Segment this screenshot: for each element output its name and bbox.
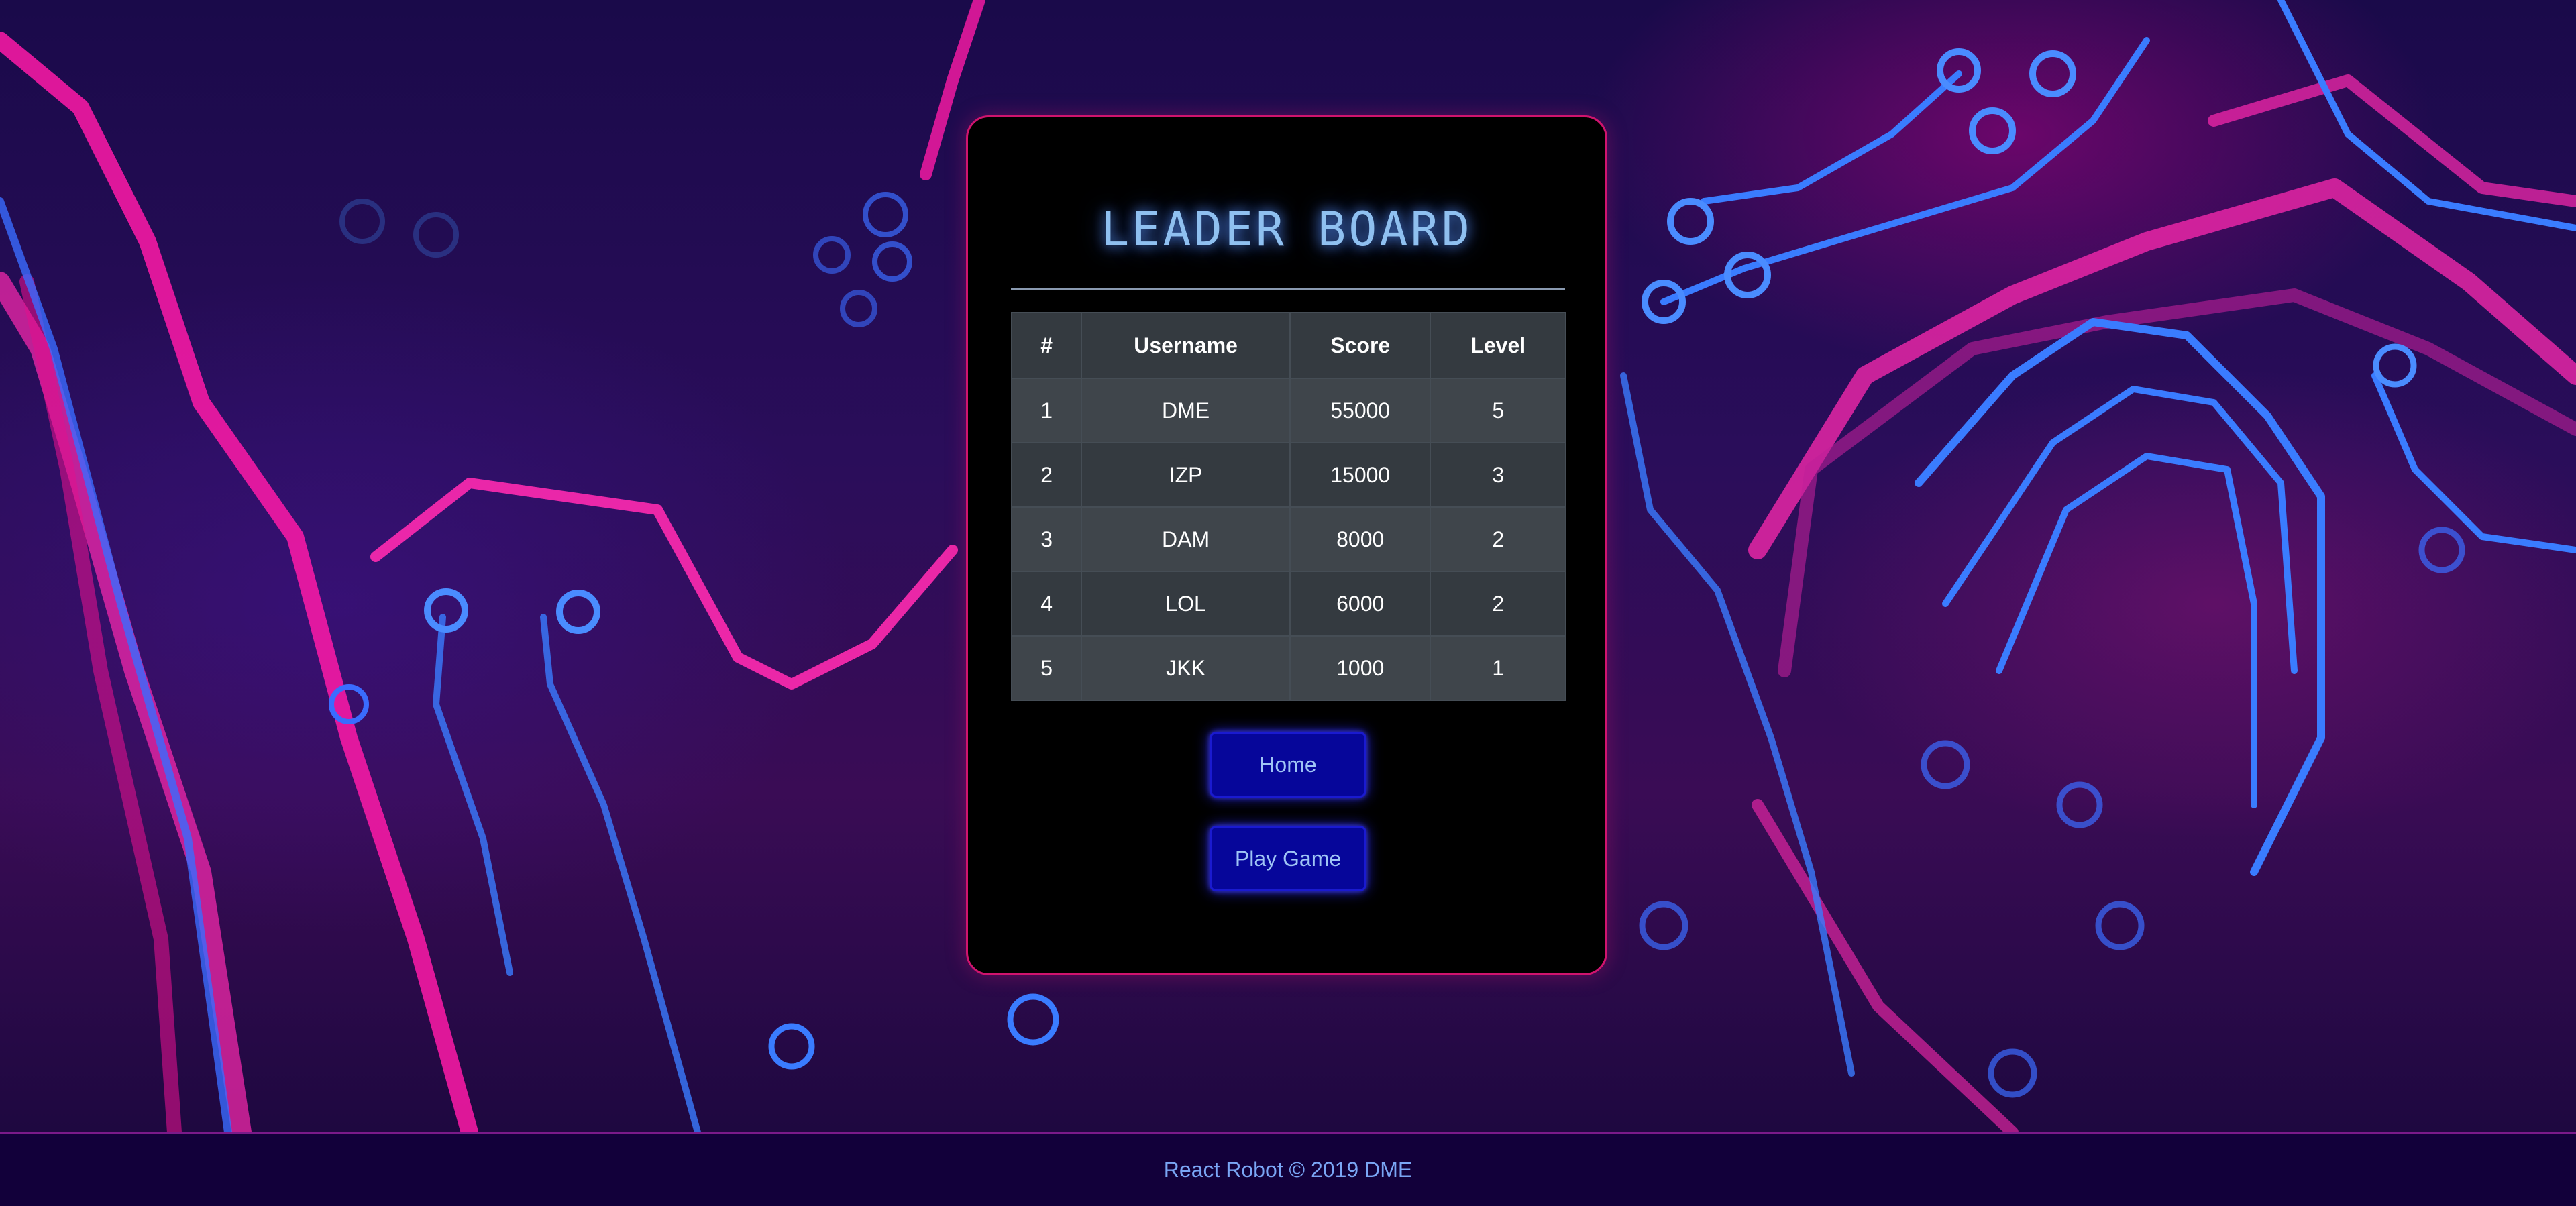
rank-cell: 1	[1010, 378, 1083, 443]
column-header-rank: #	[1010, 312, 1083, 379]
username-cell: DME	[1081, 378, 1291, 443]
column-header-username: Username	[1081, 312, 1291, 379]
score-cell: 1000	[1289, 635, 1432, 701]
footer: React Robot © 2019 DME	[0, 1132, 2576, 1206]
column-header-level: Level	[1430, 312, 1566, 379]
footer-copyright: React Robot © 2019 DME	[1163, 1158, 1413, 1182]
home-button[interactable]: Home	[1210, 732, 1366, 798]
leaderboard-card: LEADER BOARD # Username Score Level 1 DM…	[966, 115, 1607, 975]
rank-cell: 2	[1010, 442, 1083, 508]
table-row: 2 IZP 15000 3	[1010, 442, 1566, 508]
level-cell: 5	[1430, 378, 1566, 443]
table-row: 1 DME 55000 5	[1010, 378, 1566, 443]
score-cell: 8000	[1289, 506, 1432, 572]
table-header-row: # Username Score Level	[1010, 312, 1566, 379]
table-row: 4 LOL 6000 2	[1010, 571, 1566, 637]
username-cell: DAM	[1081, 506, 1291, 572]
leaderboard-page: LEADER BOARD # Username Score Level 1 DM…	[0, 0, 2576, 1206]
table-row: 3 DAM 8000 2	[1010, 506, 1566, 572]
level-cell: 3	[1430, 442, 1566, 508]
leaderboard-title: LEADER BOARD	[1101, 202, 1472, 257]
username-cell: IZP	[1081, 442, 1291, 508]
level-cell: 1	[1430, 635, 1566, 701]
score-cell: 55000	[1289, 378, 1432, 443]
score-cell: 15000	[1289, 442, 1432, 508]
title-divider	[1011, 288, 1565, 290]
level-cell: 2	[1430, 571, 1566, 637]
column-header-score: Score	[1289, 312, 1432, 379]
rank-cell: 3	[1010, 506, 1083, 572]
leaderboard-table: # Username Score Level 1 DME 55000 5 2 I…	[1010, 312, 1566, 701]
play-game-button[interactable]: Play Game	[1210, 826, 1366, 891]
level-cell: 2	[1430, 506, 1566, 572]
username-cell: JKK	[1081, 635, 1291, 701]
rank-cell: 4	[1010, 571, 1083, 637]
table-row: 5 JKK 1000 1	[1010, 635, 1566, 701]
rank-cell: 5	[1010, 635, 1083, 701]
score-cell: 6000	[1289, 571, 1432, 637]
username-cell: LOL	[1081, 571, 1291, 637]
